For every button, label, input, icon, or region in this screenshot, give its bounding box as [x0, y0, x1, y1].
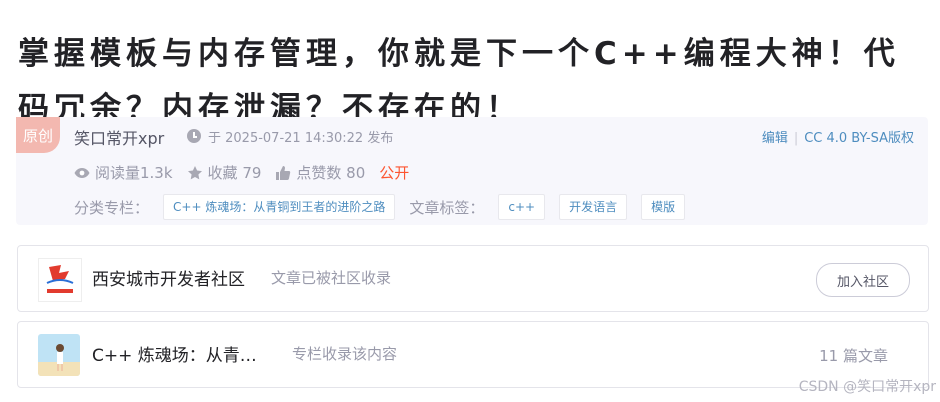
tags-row: 分类专栏： C++ 炼魂场：从青铜到王者的进阶之路 文章标签： c++ 开发语言… — [74, 194, 699, 220]
like-count: 点赞数 80 — [296, 164, 366, 182]
publish-time: 于 2025-07-21 14:30:22 发布 — [208, 131, 394, 146]
community-desc: 文章已被社区收录 — [271, 269, 392, 287]
column-desc: 专栏收录该内容 — [292, 345, 398, 363]
community-name[interactable]: 西安城市开发者社区 — [92, 265, 245, 290]
article-meta-box: 原创 笑口常开xpr 于 2025-07-21 14:30:22 发布 编辑 | C… — [16, 117, 928, 225]
like-button[interactable]: 点赞数 80 — [275, 162, 365, 183]
watermark: CSDN @笑口常开xpr — [798, 379, 936, 395]
clock-icon — [187, 129, 201, 143]
column-cover-image — [38, 334, 80, 376]
eye-icon — [74, 167, 90, 178]
stats-row: 阅读量1.3k 收藏 79 点赞数 80 公开 — [74, 162, 409, 183]
tag-template[interactable]: 模版 — [641, 194, 686, 220]
visibility-label: 公开 — [379, 164, 410, 182]
read-count: 阅读量1.3k — [74, 162, 173, 183]
author-link[interactable]: 笑口常开xpr — [74, 125, 164, 149]
column-article-count: 11 篇文章 — [819, 347, 888, 365]
favorite-count: 收藏 79 — [207, 164, 262, 182]
community-card: 西安城市开发者社区 文章已被社区收录 加入社区 — [17, 245, 929, 312]
community-logo — [38, 258, 82, 302]
read-count-label: 阅读量1.3k — [95, 164, 173, 182]
category-tag[interactable]: C++ 炼魂场：从青铜到王者的进阶之路 — [163, 194, 396, 220]
star-icon — [187, 165, 202, 179]
meta-right-links: 编辑 | CC 4.0 BY-SA版权 — [762, 127, 914, 146]
thumbs-up-icon — [276, 165, 291, 180]
license-link[interactable]: CC 4.0 BY-SA版权 — [804, 131, 914, 146]
category-label: 分类专栏： — [74, 198, 150, 217]
original-badge: 原创 — [16, 117, 60, 153]
column-name[interactable]: C++ 炼魂场：从青… — [92, 341, 257, 366]
divider: | — [793, 131, 799, 146]
favorite-button[interactable]: 收藏 79 — [187, 162, 262, 183]
column-card: C++ 炼魂场：从青… 专栏收录该内容 11 篇文章 — [17, 321, 929, 388]
tag-dev-language[interactable]: 开发语言 — [559, 194, 628, 220]
tag-cpp[interactable]: c++ — [498, 194, 546, 220]
join-community-button[interactable]: 加入社区 — [816, 263, 910, 297]
edit-link[interactable]: 编辑 — [762, 131, 788, 146]
tags-label: 文章标签： — [409, 198, 485, 217]
